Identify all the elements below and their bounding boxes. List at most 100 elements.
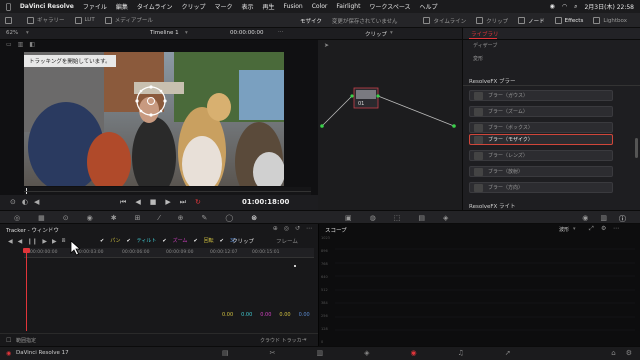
3d-icon[interactable]: ◈ — [443, 214, 448, 222]
fx-item-blur-radial[interactable]: ブラー（放射） — [469, 166, 613, 177]
video-viewer[interactable]: トラッキングを開始しています。 — [24, 52, 284, 186]
menu-fusion[interactable]: Fusion — [284, 3, 303, 10]
wifi-icon[interactable]: ◠ — [562, 3, 567, 10]
media-page-icon[interactable]: ▤ — [222, 349, 229, 357]
menu-clip[interactable]: クリップ — [181, 2, 205, 11]
track-reverse-frame-icon[interactable]: ◀ — [8, 238, 13, 245]
lightbox-button[interactable]: Lightbox — [588, 13, 632, 28]
mode-frame[interactable]: フレーム — [276, 237, 298, 245]
menu-view[interactable]: 表示 — [242, 2, 254, 11]
play-icon[interactable]: ▶ — [165, 198, 170, 207]
reverse-play-icon[interactable]: ◀ — [135, 198, 140, 207]
fx-item-dither[interactable]: ディザーブ — [469, 40, 613, 51]
qualifier-icon[interactable]: ✎ — [202, 214, 208, 222]
timeline-name[interactable]: Timeline 1 — [150, 30, 179, 36]
magic-mask-icon[interactable]: ▣ — [345, 214, 352, 222]
deliver-page-icon[interactable]: ➚ — [505, 349, 511, 357]
nodes-button[interactable]: ノード — [513, 13, 550, 28]
menu-help[interactable]: ヘルプ — [420, 2, 438, 11]
node-editor[interactable]: 01 ➤ — [318, 40, 462, 210]
fx-item-blur-lens[interactable]: ブラー（レンズ） — [469, 150, 613, 161]
library-scrollbar[interactable] — [635, 138, 638, 158]
track-forward-icon[interactable]: ▶ — [42, 238, 47, 245]
fx-item-blur-gaussian[interactable]: ブラー（ガウス） — [469, 90, 613, 101]
tracker-icon[interactable]: ⊛ — [251, 214, 257, 222]
clips-button[interactable]: クリップ — [471, 13, 513, 28]
lut-button[interactable]: LUT — [70, 13, 100, 28]
apple-icon[interactable]:  — [6, 2, 11, 11]
track-forward-frame-icon[interactable]: ▶ — [52, 238, 57, 245]
viewer-mode-icon[interactable]: ⊙ — [10, 198, 16, 206]
color-page-icon[interactable]: ◉ — [411, 349, 417, 357]
window-icon[interactable]: ◯ — [225, 214, 233, 222]
highlight-icon[interactable]: ◧ — [29, 41, 35, 50]
tracker-mode-icon[interactable]: ◎ — [284, 225, 289, 232]
scope-options-icon[interactable]: ⋯ — [613, 225, 619, 232]
color-warper-icon[interactable]: ⊕ — [178, 214, 184, 222]
viewer-options-icon[interactable]: ⋯ — [278, 29, 284, 35]
keyframes-icon[interactable]: ◉ — [582, 214, 588, 224]
scope-settings-icon[interactable]: ⚙ — [601, 225, 606, 232]
split-screen-icon[interactable]: ▥ — [18, 41, 24, 50]
cut-page-icon[interactable]: ✂ — [270, 349, 276, 357]
tracker-window-overlay[interactable] — [134, 84, 168, 118]
playback-options-icon[interactable]: ◐ — [22, 198, 28, 206]
tracker-options-icon[interactable]: ⋯ — [306, 225, 312, 232]
menu-workspace[interactable]: ワークスペース — [369, 2, 410, 11]
media-pool-button[interactable]: メディアプール — [100, 13, 158, 28]
info-icon[interactable]: ⓘ — [619, 214, 626, 224]
tracker-ruler[interactable]: 00:00:00:00 00:00:03:00 00:00:06:00 00:0… — [24, 248, 314, 258]
loop-icon[interactable]: ↻ — [195, 198, 201, 207]
mode-clip[interactable]: クリップ — [232, 237, 254, 245]
track-clear-icon[interactable]: ⧈ — [62, 237, 66, 245]
curves-icon[interactable]: ⁄ — [158, 214, 159, 222]
fx-item-blur-directional[interactable]: ブラー（方向） — [469, 182, 613, 193]
fusion-page-icon[interactable]: ◈ — [364, 349, 369, 357]
effects-button[interactable]: Effects — [550, 13, 589, 28]
fx-item-blur-mosaic[interactable]: ブラー（モザイク） — [469, 134, 613, 145]
gallery-button[interactable]: ギャラリー — [22, 13, 70, 28]
timeline-button[interactable]: タイムライン — [418, 13, 471, 28]
hdr-icon[interactable]: ⊞ — [135, 214, 141, 222]
scope-mode-dropdown-icon[interactable]: ▾ — [573, 226, 576, 232]
scope-expand-icon[interactable]: ⤢ — [589, 225, 594, 233]
menu-fairlight[interactable]: Fairlight — [336, 3, 360, 10]
color-wheels-icon[interactable]: ⊙ — [63, 214, 69, 222]
pointer-tool-icon[interactable]: ➤ — [324, 42, 329, 49]
color-match-icon[interactable]: ▦ — [38, 214, 45, 222]
range-checkbox[interactable]: ☐ — [6, 337, 11, 344]
check-rotate[interactable]: 回転 — [204, 237, 214, 244]
audio-icon[interactable]: ◀ — [34, 198, 39, 206]
scope-mode[interactable]: 波形 — [559, 226, 569, 233]
fx-item-blur-box[interactable]: ブラー（ボックス） — [469, 122, 613, 133]
control-center-icon[interactable]: ◉ — [550, 3, 555, 10]
last-frame-icon[interactable]: ⏭ — [180, 198, 186, 207]
motion-effects-icon[interactable]: ✱ — [111, 214, 117, 222]
fx-item-transform[interactable]: 変形 — [469, 53, 613, 64]
tracker-playhead-handle[interactable] — [23, 248, 30, 253]
node-clip-menu[interactable]: クリップ — [365, 30, 387, 38]
home-icon[interactable]: ⌂ — [611, 349, 615, 357]
node-label[interactable]: 01 — [358, 101, 364, 107]
blur-icon[interactable]: ◍ — [370, 214, 376, 222]
zoom-level[interactable]: 62% — [6, 30, 18, 36]
check-tilt[interactable]: ティルト — [137, 237, 157, 244]
media-pool-toggle-icon[interactable] — [0, 13, 22, 28]
menu-file[interactable]: ファイル — [83, 2, 107, 11]
first-frame-icon[interactable]: ⏮ — [120, 198, 126, 207]
timeline-dropdown-icon[interactable]: ▾ — [185, 30, 188, 36]
project-settings-icon[interactable]: ⚙ — [626, 349, 632, 357]
search-icon[interactable]: ⌕ — [574, 3, 577, 11]
stop-icon[interactable]: ■ — [150, 198, 157, 207]
menu-mark[interactable]: マーク — [214, 2, 232, 11]
scopes-toggle-icon[interactable]: ▥ — [600, 214, 607, 224]
menu-edit[interactable]: 編集 — [116, 2, 128, 11]
tracker-settings-icon[interactable]: ⊕ — [273, 225, 278, 232]
cloud-tracker-menu[interactable]: クラウド トラッカー — [260, 337, 307, 344]
track-reverse-icon[interactable]: ◀ — [18, 238, 23, 245]
tracker-reset-icon[interactable]: ↺ — [295, 225, 300, 232]
tracker-playhead[interactable] — [26, 248, 27, 331]
cloud-tracker-dropdown-icon[interactable]: ▾ — [304, 337, 307, 343]
camera-raw-icon[interactable]: ◎ — [14, 214, 20, 222]
image-wipe-icon[interactable]: ▭ — [6, 41, 12, 50]
